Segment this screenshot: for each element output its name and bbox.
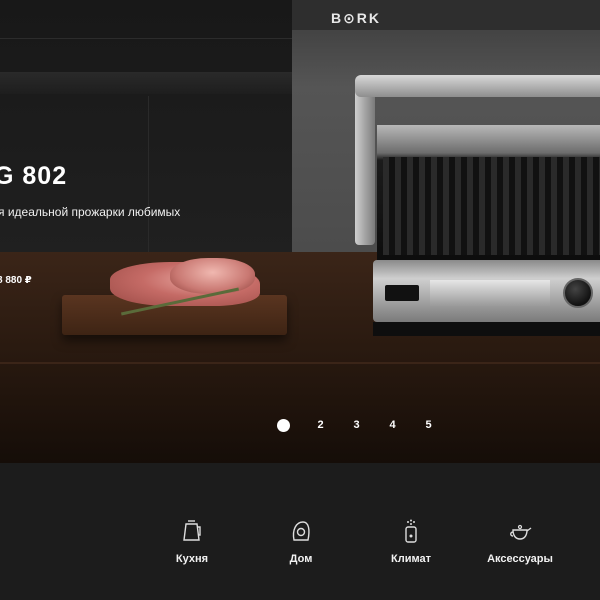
teapot-icon	[510, 524, 532, 540]
product-subtitle: я идеальной прожарки любимых	[0, 205, 181, 219]
grill-handle	[355, 75, 600, 97]
category-bar: Кухня Дом Климат Аксессуары	[0, 463, 600, 600]
hero-banner[interactable]: B⊙RK G 802 я идеальной прожарки любимых …	[0, 0, 600, 463]
kettle-icon	[183, 520, 201, 541]
pager-item[interactable]: 2	[315, 419, 326, 431]
humidifier-icon	[405, 519, 417, 543]
counter-edge	[0, 362, 600, 364]
category-label: Дом	[289, 553, 313, 565]
category-label: Кухня	[175, 553, 209, 565]
cabinet-line	[0, 38, 292, 39]
category-accessories[interactable]: Аксессуары	[470, 518, 570, 565]
grill-plate	[383, 157, 600, 255]
pager-dot-active[interactable]	[277, 418, 290, 432]
pager-item[interactable]: 3	[351, 419, 362, 431]
grill-knob	[563, 278, 593, 308]
category-label: Климат	[391, 553, 431, 565]
slider-pagination: 2 3 4 5	[277, 417, 459, 433]
product-model-title: G 802	[0, 162, 68, 190]
product-price: 8 880 ₽	[0, 275, 32, 286]
grill-handle-arm	[355, 85, 375, 245]
category-label: Аксессуары	[487, 553, 553, 565]
grill-switch	[385, 285, 419, 301]
vacuum-icon	[292, 521, 310, 541]
cabinet-gap	[148, 96, 149, 256]
background-wall	[0, 0, 292, 260]
grill-product-image[interactable]	[355, 75, 600, 337]
grill-feet	[373, 322, 600, 336]
meat-image-2	[170, 258, 255, 294]
cabinet-band	[0, 72, 292, 94]
grill-panel	[430, 280, 550, 306]
brand-logo[interactable]: B⊙RK	[0, 10, 600, 27]
category-climate[interactable]: Климат	[361, 518, 461, 565]
category-kitchen[interactable]: Кухня	[142, 518, 242, 565]
category-home[interactable]: Дом	[251, 518, 351, 565]
pager-item[interactable]: 4	[387, 419, 398, 431]
pager-item[interactable]: 5	[423, 419, 434, 431]
